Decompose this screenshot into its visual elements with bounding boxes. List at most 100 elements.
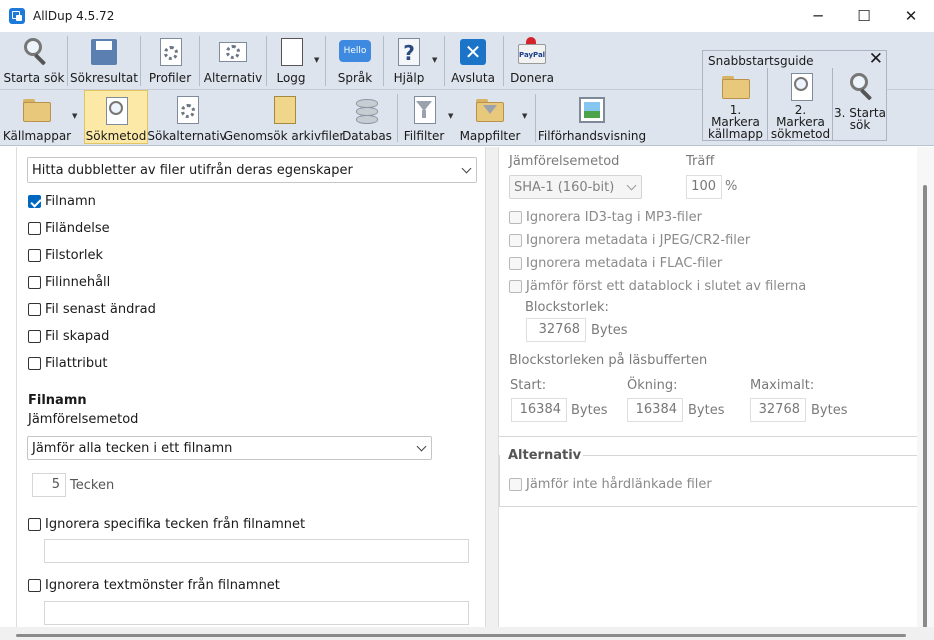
ignore-chars-input[interactable]	[44, 539, 469, 563]
ignore-patterns-input[interactable]	[44, 601, 469, 625]
database-icon	[351, 94, 383, 126]
scrollbar-thumb[interactable]	[923, 185, 927, 640]
buffer-size-heading: Blockstorleken på läsbufferten	[509, 353, 708, 368]
criteria-attributes-checkbox[interactable]: Filattribut	[28, 356, 107, 371]
buffer-increment-input[interactable]: 16384	[627, 398, 683, 422]
search-options-button[interactable]: Sökalternativ	[147, 90, 227, 144]
chevron-down-icon	[461, 163, 472, 174]
donate-button[interactable]: PayPal Donera	[508, 32, 556, 88]
save-disk-icon	[88, 36, 120, 68]
search-results-button[interactable]: Sökresultat	[70, 32, 138, 88]
magnifier-icon	[844, 71, 876, 103]
block-size-unit: Bytes	[591, 323, 628, 338]
folder-filter-dropdown-arrow[interactable]: ▼	[522, 112, 527, 120]
search-mode-select[interactable]: Hitta dubbletter av filer utifrån deras …	[27, 157, 477, 183]
folder-search-icon	[21, 94, 53, 126]
chars-unit-label: Tecken	[70, 478, 115, 493]
log-dropdown-arrow[interactable]: ▼	[314, 56, 319, 64]
block-size-label: Blockstorlek:	[525, 300, 609, 315]
quickstart-title: Snabbstartsguide	[708, 54, 814, 68]
log-document-icon	[275, 36, 307, 68]
chevron-down-icon	[626, 180, 637, 191]
buffer-start-unit: Bytes	[571, 403, 608, 418]
quickstart-step2-button[interactable]: 2. Markera sökmetod	[769, 68, 833, 140]
app-icon	[9, 8, 25, 24]
scan-archives-button[interactable]: Genomsök arkivfiler	[224, 90, 344, 144]
exit-button[interactable]: ✕ Avsluta	[450, 32, 496, 88]
profiles-button[interactable]: Profiler	[146, 32, 194, 88]
criteria-extension-checkbox[interactable]: Filändelse	[28, 221, 110, 236]
options-gear-icon	[171, 94, 203, 126]
content-compare-method-label: Jämförelsemetod	[509, 154, 620, 169]
search-method-button[interactable]: Sökmetod	[84, 90, 148, 144]
criteria-modified-checkbox[interactable]: Fil senast ändrad	[28, 302, 156, 317]
image-preview-icon	[576, 94, 608, 126]
chars-count-input[interactable]: 5	[32, 473, 66, 497]
match-percent-unit: %	[725, 179, 738, 194]
left-pane: Hitta dubbletter av filer utifrån deras …	[16, 147, 485, 627]
start-search-button[interactable]: Starta sök	[3, 32, 65, 88]
ignore-id3-checkbox[interactable]: Ignorera ID3-tag i MP3-filer	[509, 210, 702, 225]
criteria-created-checkbox[interactable]: Fil skapad	[28, 329, 109, 344]
vertical-scrollbar[interactable]	[917, 147, 934, 640]
criteria-size-checkbox[interactable]: Filstorlek	[28, 248, 103, 263]
block-size-input[interactable]: 32768	[526, 318, 586, 342]
language-hello-icon: Hello	[339, 36, 371, 68]
buffer-increment-unit: Bytes	[688, 403, 725, 418]
filename-compare-method-label: Jämförelsemetod	[28, 412, 139, 427]
file-filter-icon	[408, 94, 440, 126]
ignore-patterns-checkbox[interactable]: Ignorera textmönster från filnamnet	[28, 578, 280, 593]
log-button[interactable]: Logg	[270, 32, 312, 88]
scrollbar-thumb[interactable]	[16, 634, 906, 637]
compare-end-block-checkbox[interactable]: Jämför först ett datablock i slutet av f…	[509, 279, 806, 294]
ignore-flac-metadata-checkbox[interactable]: Ignorera metadata i FLAC-filer	[509, 256, 722, 271]
filename-section-heading: Filnamn	[28, 393, 87, 408]
exit-x-icon: ✕	[457, 36, 489, 68]
criteria-filename-checkbox[interactable]: Filnamn	[28, 194, 96, 209]
maximize-button[interactable]: ☐	[841, 0, 887, 32]
help-button[interactable]: ? Hjälp	[388, 32, 430, 88]
chevron-down-icon	[416, 441, 427, 452]
file-filter-dropdown-arrow[interactable]: ▼	[448, 112, 453, 120]
language-button[interactable]: Hello Språk	[334, 32, 376, 88]
buffer-max-unit: Bytes	[811, 403, 848, 418]
pane-splitter[interactable]	[485, 147, 499, 627]
ignore-chars-checkbox[interactable]: Ignorera specifika tecken från filnamnet	[28, 517, 305, 532]
ignore-jpeg-metadata-checkbox[interactable]: Ignorera metadata i JPEG/CR2-filer	[509, 233, 750, 248]
ignore-hardlinks-checkbox[interactable]: Jämför inte hårdlänkade filer	[509, 477, 712, 492]
options-button[interactable]: Alternativ	[204, 32, 262, 88]
help-dropdown-arrow[interactable]: ▼	[432, 56, 437, 64]
minimize-button[interactable]: ─	[795, 0, 841, 32]
search-document-icon	[100, 95, 132, 126]
buffer-max-input[interactable]: 32768	[750, 398, 806, 422]
buffer-start-input[interactable]: 16384	[511, 398, 567, 422]
quickstart-close-icon[interactable]: ✕	[869, 49, 883, 69]
archive-zip-icon	[268, 94, 300, 126]
database-button[interactable]: Databas	[342, 90, 392, 144]
match-label: Träff	[686, 154, 715, 169]
right-pane: Jämförelsemetod Träff SHA-1 (160-bit) 10…	[499, 147, 917, 627]
checkbox-checked	[28, 195, 41, 208]
folder-filter-button[interactable]: Mappfilter	[460, 90, 520, 144]
title-bar: AllDup 4.5.72 ─ ☐ ✕	[0, 0, 934, 32]
quickstart-step3-button[interactable]: 3. Starta sök	[834, 68, 886, 140]
criteria-content-checkbox[interactable]: Filinnehåll	[28, 275, 110, 290]
file-preview-button[interactable]: Filförhandsvisning	[538, 90, 646, 144]
folder-search-icon	[720, 71, 752, 100]
settings-gear-icon	[217, 36, 249, 68]
hash-method-select[interactable]: SHA-1 (160-bit)	[509, 175, 642, 199]
help-question-icon: ?	[393, 36, 425, 68]
close-button[interactable]: ✕	[888, 0, 934, 32]
match-percent-input[interactable]: 100	[686, 175, 722, 199]
filename-compare-method-select[interactable]: Jämför alla tecken i ett filnamn	[27, 436, 432, 460]
buffer-increment-label: Ökning:	[627, 378, 678, 393]
folder-filter-icon	[474, 94, 506, 126]
window-title: AllDup 4.5.72	[33, 9, 115, 23]
magnifier-icon	[18, 36, 50, 68]
horizontal-scrollbar[interactable]	[0, 627, 934, 640]
quickstart-panel: Snabbstartsguide ✕ 1. Markera källmapp 2.…	[702, 49, 887, 141]
source-folders-dropdown-arrow[interactable]: ▼	[72, 112, 77, 120]
source-folders-button[interactable]: Källmappar	[3, 90, 71, 144]
quickstart-step1-button[interactable]: 1. Markera källmapp	[704, 68, 768, 140]
file-filter-button[interactable]: Filfilter	[402, 90, 446, 144]
